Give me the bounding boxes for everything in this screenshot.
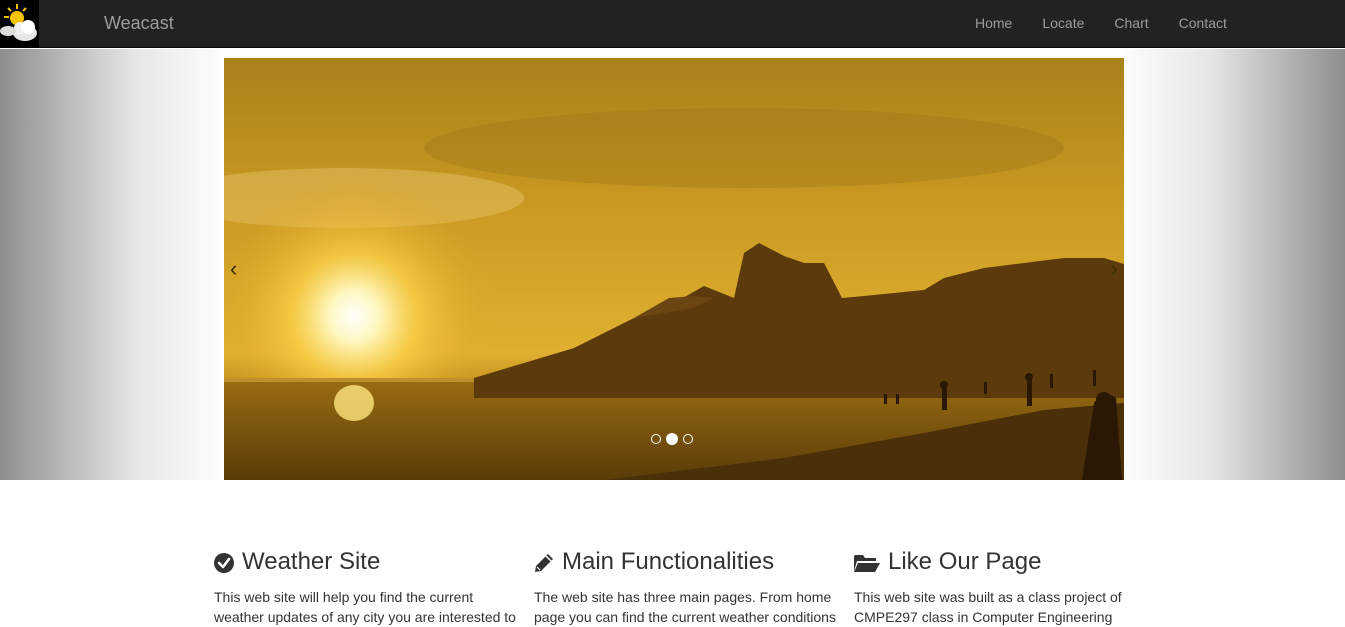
feature-columns: Weather Site This web site will help you… bbox=[214, 548, 1174, 627]
nav-link-contact[interactable]: Contact bbox=[1164, 0, 1242, 48]
carousel-indicators bbox=[651, 433, 693, 445]
carousel-indicator-1[interactable] bbox=[651, 434, 661, 444]
feature-text: The web site has three main pages. From … bbox=[534, 589, 836, 625]
pencil-icon bbox=[534, 552, 554, 572]
nav-link-chart[interactable]: Chart bbox=[1099, 0, 1163, 48]
feature-like-our-page: Like Our Page This web site was built as… bbox=[854, 548, 1174, 627]
check-circle-icon bbox=[214, 552, 234, 573]
sun-cloud-icon[interactable] bbox=[0, 0, 39, 48]
feature-main-functionalities: Main Functionalities The web site has th… bbox=[534, 548, 854, 627]
nav-link-locate[interactable]: Locate bbox=[1027, 0, 1099, 48]
feature-weather-site: Weather Site This web site will help you… bbox=[214, 548, 534, 627]
sunset-beach-photo bbox=[224, 58, 1124, 480]
feature-heading: Weather Site bbox=[214, 548, 534, 576]
feature-text: This web site will help you find the cur… bbox=[214, 589, 516, 625]
brand-link[interactable]: Weacast bbox=[104, 13, 174, 34]
feature-heading: Like Our Page bbox=[854, 548, 1174, 576]
feature-heading: Main Functionalities bbox=[534, 548, 854, 576]
nav-menu: Home Locate Chart Contact bbox=[960, 0, 1242, 48]
carousel-next-button[interactable]: › bbox=[1111, 258, 1118, 280]
carousel-indicator-2[interactable] bbox=[666, 433, 678, 445]
nav-link-home[interactable]: Home bbox=[960, 0, 1027, 48]
folder-open-icon bbox=[854, 552, 880, 572]
top-navbar: Weacast Home Locate Chart Contact bbox=[0, 0, 1345, 48]
carousel-prev-button[interactable]: ‹ bbox=[230, 258, 237, 280]
feature-title: Like Our Page bbox=[888, 548, 1042, 575]
feature-title: Weather Site bbox=[242, 548, 381, 575]
feature-title: Main Functionalities bbox=[562, 548, 775, 575]
hero-section: ‹ › bbox=[0, 49, 1345, 480]
feature-text: This web site was built as a class proje… bbox=[854, 589, 1122, 625]
image-carousel: ‹ › bbox=[224, 58, 1124, 480]
carousel-indicator-3[interactable] bbox=[683, 434, 693, 444]
